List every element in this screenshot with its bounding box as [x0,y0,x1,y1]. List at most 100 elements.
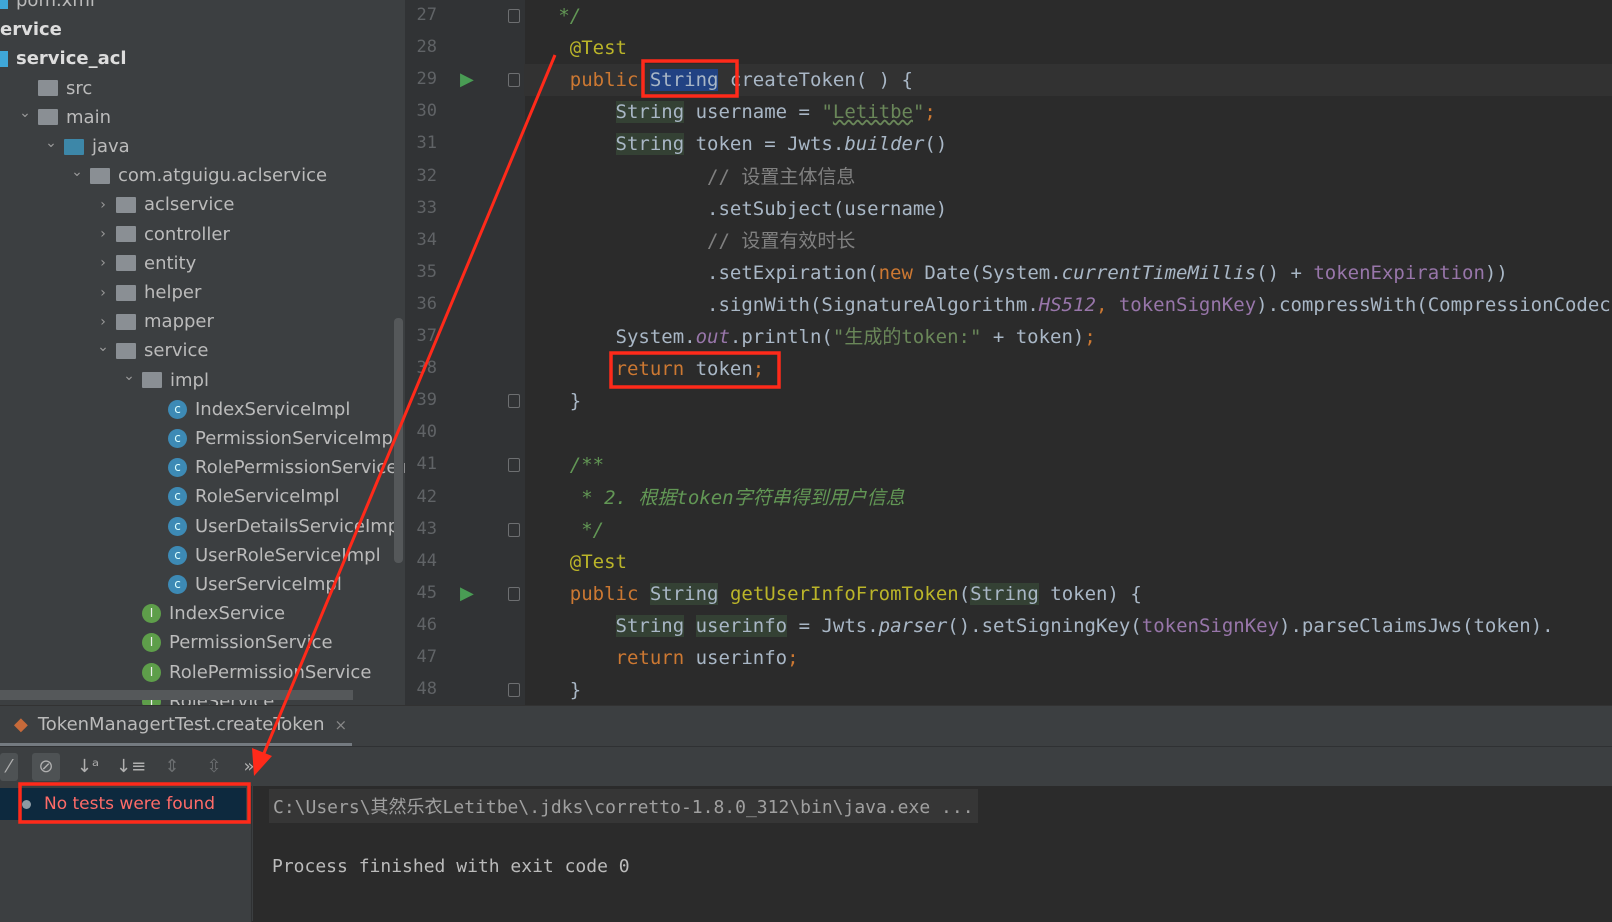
chevron-right-icon[interactable]: › [90,226,116,242]
fold-marker-icon[interactable] [508,586,520,601]
sort-by-duration-icon[interactable]: ↓≡ [116,753,146,781]
tree-item[interactable]: ⌄ com.atguigu.aclservice [64,161,327,190]
tree-item[interactable]: src [12,74,92,103]
tree-item[interactable]: I RolePermissionService [116,658,371,687]
fold-marker-icon[interactable] [508,73,520,88]
code-line[interactable]: .setExpiration(new Date(System.currentTi… [524,257,1508,289]
test-result-row[interactable]: No tests were found [0,788,246,820]
chevron-down-icon[interactable]: ⌄ [64,164,90,180]
chevron-down-icon[interactable]: ⌄ [90,339,116,355]
sidebar-horizontal-scrollbar[interactable] [0,690,353,700]
tree-item-label: main [66,106,111,128]
tree-item[interactable]: c UserRoleServiceImpl [142,541,381,570]
code-line[interactable]: return token; [524,353,765,385]
code-line[interactable]: public String createToken( ) { [524,64,913,96]
code-token: .signWith(SignatureAlgorithm. [524,293,1039,316]
line-number: 34 [416,229,437,250]
console-command-line[interactable]: C:\Users\其然乐衣Letitbe\.jdks\corretto-1.8.… [269,789,978,823]
line-number: 44 [416,550,437,571]
close-tab-icon[interactable]: × [335,716,348,734]
tree-item[interactable]: › entity [90,249,196,278]
code-line[interactable]: /** [524,449,604,481]
tree-item[interactable]: I PermissionService [116,628,333,657]
code-line[interactable]: */ [524,0,581,32]
chevron-right-icon[interactable]: › [90,314,116,330]
sort-alphabetically-icon[interactable]: ↓ᵃ [74,753,102,781]
code-line[interactable]: } [524,385,581,417]
sidebar-scrollbar[interactable] [394,318,403,563]
fold-marker-icon[interactable] [508,9,520,23]
chevron-down-icon[interactable]: ⌄ [116,368,142,384]
line-number: 38 [416,358,437,379]
tree-item[interactable]: › controller [90,220,230,249]
tree-item[interactable]: ⌄ java [38,132,130,161]
code-line[interactable]: System.out.println("生成的token:" + token); [524,321,1096,353]
console-output[interactable]: C:\Users\其然乐衣Letitbe\.jdks\corretto-1.8.… [253,786,1612,922]
chevron-right-icon[interactable]: › [90,285,116,301]
tree-item[interactable]: c UserDetailsServiceImpl [142,512,404,541]
code-line[interactable]: .signWith(SignatureAlgorithm.HS512, toke… [524,289,1612,321]
tree-item[interactable]: c PermissionServiceImpl [142,424,398,453]
tree-item-label: com.atguigu.aclservice [118,165,328,187]
code-line[interactable]: String token = Jwts.builder() [524,128,947,160]
interface-icon: I [142,662,161,682]
run-tab[interactable]: ◆ TokenManagertTest.createToken × [0,706,352,746]
chevron-down-icon[interactable]: ⌄ [38,135,64,151]
fold-marker-icon[interactable] [508,683,520,698]
code-line[interactable]: String userinfo = Jwts.parser().setSigni… [524,610,1554,642]
collapse-all-icon[interactable]: ⇳ [200,753,228,781]
tree-item[interactable]: c UserServiceImpl [142,570,342,599]
tree-item[interactable]: › helper [90,278,201,307]
code-token: userinfo [695,614,788,637]
code-line[interactable]: @Test [524,32,627,64]
tree-item[interactable]: c RolePermissionServiceImpl [142,453,405,482]
fold-marker-icon[interactable] [508,522,520,537]
code-line[interactable]: .setSubject(username) [524,193,947,225]
tree-item[interactable]: › aclservice [90,190,234,219]
code-token: parser [878,614,948,637]
run-test-icon[interactable]: ▶ [460,583,474,604]
code-token: } [524,679,582,702]
code-line[interactable]: @Test [524,546,627,578]
line-number: 45 [416,582,437,603]
chevron-right-icon[interactable]: › [90,255,116,271]
line-number: 28 [416,37,437,58]
show-ignored-icon[interactable]: ⊘ [32,752,60,781]
code-token: Letitbe [832,101,913,124]
class-icon: c [168,487,187,507]
code-line[interactable]: // 设置有效时长 [524,225,855,257]
run-test-icon[interactable]: ▶ [460,69,474,90]
code-token: String [615,133,685,156]
code-line[interactable]: // 设置主体信息 [524,161,855,193]
tree-item[interactable]: c RoleServiceImpl [142,482,340,511]
code-token: ; [924,101,936,124]
code-token: * 2. 根据token字符串得到用户信息 [581,486,905,509]
tree-item[interactable]: I IndexService [116,599,285,628]
tree-item[interactable]: ervice [0,15,62,44]
chevron-right-icon[interactable]: › [90,197,116,213]
module-icon [0,50,8,67]
fold-marker-icon[interactable] [508,394,520,409]
code-line[interactable]: } [524,674,581,706]
tree-item[interactable]: ⌄ main [12,103,111,132]
tree-item[interactable]: ⌄ impl [116,366,209,395]
expand-all-icon[interactable]: ⇕ [158,753,186,781]
show-passed-icon[interactable]: ⁄ [0,752,18,781]
tree-item[interactable]: c IndexServiceImpl [142,395,350,424]
tree-item[interactable]: pom.xml [0,0,95,15]
tree-item[interactable]: › mapper [90,307,214,336]
code-line[interactable]: String username = "Letitbe"; [524,96,936,128]
test-status-text: No tests were found [44,794,215,814]
chevron-down-icon[interactable]: ⌄ [12,105,38,121]
code-line[interactable]: */ [524,514,604,546]
code-line[interactable]: return userinfo; [524,642,799,674]
more-actions-button[interactable]: » [242,753,256,781]
code-line[interactable]: public String getUserInfoFromToken(Strin… [524,578,1142,610]
tree-item[interactable]: service_acl [0,44,127,73]
code-token: @Test [569,37,627,60]
tree-item[interactable]: ⌄ service [90,336,208,365]
code-line[interactable]: * 2. 根据token字符串得到用户信息 [524,482,905,514]
fold-marker-icon[interactable] [508,458,520,473]
